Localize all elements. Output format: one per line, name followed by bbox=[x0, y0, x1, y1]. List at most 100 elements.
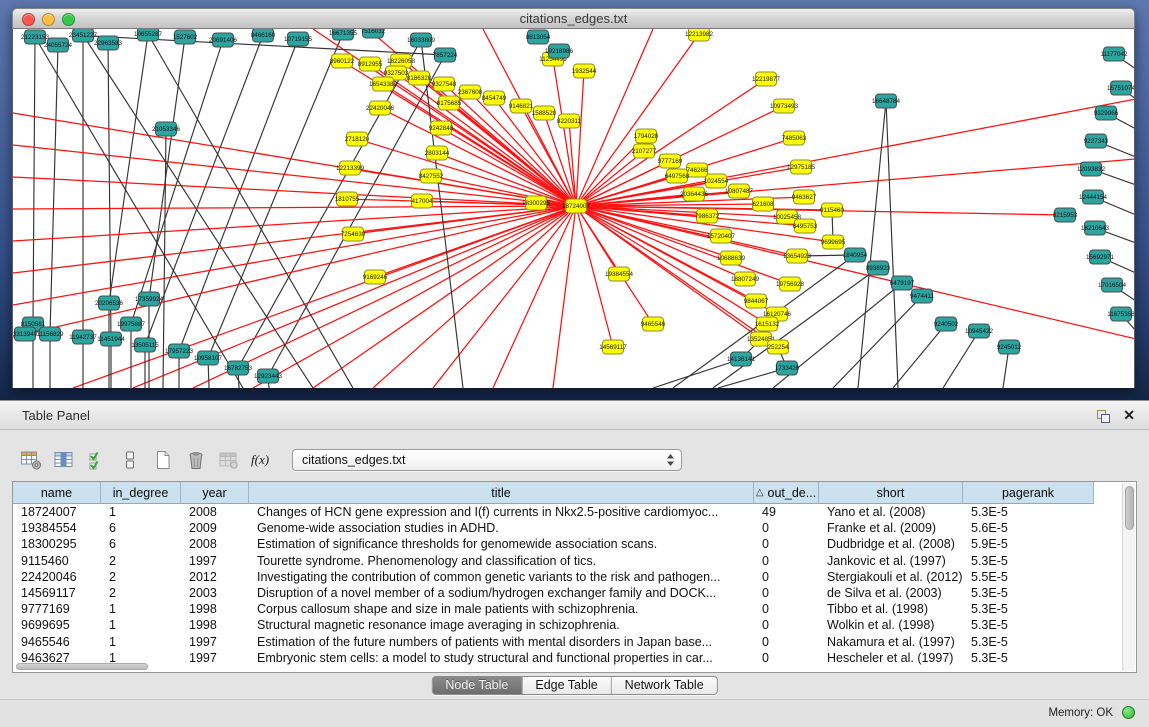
graph-node[interactable]: 9245012 bbox=[997, 340, 1022, 354]
table-cell[interactable]: 5.3E-5 bbox=[963, 504, 1094, 520]
graph-node[interactable]: 2803144 bbox=[425, 146, 450, 160]
graph-node[interactable]: 20364436 bbox=[680, 187, 709, 201]
graph-node[interactable]: 12213399 bbox=[336, 161, 365, 175]
table-cell[interactable]: 1 bbox=[101, 617, 181, 633]
graph-node[interactable]: 7857224 bbox=[433, 48, 458, 62]
table-row[interactable]: 946554611997Estimation of the future num… bbox=[13, 634, 1136, 650]
graph-node[interactable]: 7516032 bbox=[361, 29, 386, 38]
graph-node[interactable]: 1615132 bbox=[755, 317, 780, 331]
graph-edge[interactable] bbox=[433, 206, 576, 388]
graph-node[interactable]: 1840954 bbox=[843, 248, 868, 262]
row-selection-button[interactable] bbox=[84, 447, 110, 473]
table-cell[interactable]: Investigating the contribution of common… bbox=[249, 569, 754, 585]
table-cell[interactable]: 5.3E-5 bbox=[963, 601, 1094, 617]
graph-node[interactable]: 18300295 bbox=[522, 196, 551, 210]
table-cell[interactable]: Genome-wide association studies in ADHD. bbox=[249, 520, 754, 536]
graph-node[interactable]: 22420046 bbox=[366, 101, 395, 115]
show-columns-button[interactable] bbox=[51, 447, 77, 473]
graph-node[interactable]: 252254 bbox=[767, 340, 789, 354]
table-cell[interactable]: Stergiakouli et al. (2012) bbox=[819, 569, 963, 585]
graph-node[interactable]: 15692971 bbox=[1086, 250, 1115, 264]
column-header-pagerank[interactable]: pagerank bbox=[963, 482, 1094, 504]
graph-node[interactable]: 22963583 bbox=[94, 36, 123, 50]
graph-node[interactable]: 1810755 bbox=[335, 192, 360, 206]
graph-node[interactable]: 11451944 bbox=[97, 332, 125, 346]
graph-edge[interactable] bbox=[576, 206, 653, 324]
graph-node[interactable]: 1527602 bbox=[173, 30, 198, 44]
table-cell[interactable]: 5.6E-5 bbox=[963, 520, 1094, 536]
graph-node[interactable]: 10688639 bbox=[717, 251, 746, 265]
graph-node[interactable]: 6497568 bbox=[665, 169, 690, 183]
column-header-name[interactable]: name bbox=[13, 482, 101, 504]
graph-node[interactable]: 17957223 bbox=[165, 344, 194, 358]
table-cell[interactable]: 0 bbox=[754, 650, 819, 666]
graph-edge[interactable] bbox=[33, 37, 35, 324]
graph-edge[interactable] bbox=[893, 324, 946, 388]
graph-node[interactable]: 19384554 bbox=[605, 267, 634, 281]
graph-node[interactable]: 1024554 bbox=[704, 174, 729, 188]
table-cell[interactable]: 49 bbox=[754, 504, 819, 520]
column-header-in_degree[interactable]: in_degree bbox=[101, 482, 181, 504]
create-table-button[interactable] bbox=[150, 447, 176, 473]
graph-node[interactable]: 15751074 bbox=[1107, 81, 1135, 95]
graph-node[interactable]: 12213982 bbox=[685, 29, 714, 41]
graph-node[interactable]: 2367608 bbox=[458, 85, 483, 99]
table-cell[interactable]: Tibbo et al. (1998) bbox=[819, 601, 963, 617]
graph-node[interactable]: 8938923 bbox=[866, 261, 891, 275]
graph-edge[interactable] bbox=[858, 101, 886, 388]
graph-node[interactable]: 24055724 bbox=[44, 38, 73, 52]
graph-node[interactable]: 8466160 bbox=[251, 29, 276, 42]
graph-edge[interactable] bbox=[13, 206, 576, 273]
graph-edge[interactable] bbox=[553, 206, 576, 388]
graph-node[interactable]: 8175685 bbox=[437, 96, 462, 110]
table-cell[interactable]: 1997 bbox=[181, 650, 249, 666]
table-cell[interactable]: 18724007 bbox=[13, 504, 101, 520]
table-cell[interactable]: 5.3E-5 bbox=[963, 650, 1094, 666]
graph-node[interactable]: 13505115 bbox=[131, 338, 159, 352]
graph-edge[interactable] bbox=[576, 29, 653, 206]
table-cell[interactable]: 0 bbox=[754, 601, 819, 617]
graph-node[interactable]: 9242848 bbox=[429, 121, 454, 135]
graph-edge[interactable] bbox=[13, 206, 576, 209]
vertical-scrollbar[interactable] bbox=[1122, 483, 1135, 671]
column-header-year[interactable]: year bbox=[181, 482, 249, 504]
minimize-window-button[interactable] bbox=[42, 13, 55, 26]
graph-edge[interactable] bbox=[179, 39, 298, 351]
table-row[interactable]: 1456911722003Disruption of a novel membe… bbox=[13, 585, 1136, 601]
table-cell[interactable]: 0 bbox=[754, 536, 819, 552]
table-cell[interactable]: 6 bbox=[101, 536, 181, 552]
graph-edge[interactable] bbox=[253, 206, 576, 388]
table-cell[interactable]: 5.9E-5 bbox=[963, 536, 1094, 552]
graph-node[interactable]: 9169246 bbox=[363, 270, 388, 284]
table-cell[interactable]: 9465546 bbox=[13, 634, 101, 650]
graph-edge[interactable] bbox=[109, 34, 148, 303]
table-cell[interactable]: Hescheler et al. (1997) bbox=[819, 650, 963, 666]
graph-node[interactable]: 1794028 bbox=[634, 129, 659, 143]
table-cell[interactable]: Tourette syndrome. Phenomenology and cla… bbox=[249, 553, 754, 569]
graph-node[interactable]: 7485063 bbox=[782, 131, 807, 145]
graph-edge[interactable] bbox=[493, 206, 576, 388]
graph-node[interactable]: 1932544 bbox=[572, 64, 597, 78]
table-row[interactable]: 977716911998Corpus callosum shape and si… bbox=[13, 601, 1136, 617]
graph-node[interactable]: 9474411 bbox=[910, 289, 935, 303]
graph-edge[interactable] bbox=[13, 206, 576, 305]
horizontal-scrollbar-thumb[interactable] bbox=[16, 663, 148, 670]
table-cell[interactable]: 9777169 bbox=[13, 601, 101, 617]
table-cell[interactable]: 1998 bbox=[181, 601, 249, 617]
table-cell[interactable]: 14569117 bbox=[13, 585, 101, 601]
table-row[interactable]: 2242004622012Investigating the contribut… bbox=[13, 569, 1136, 585]
table-cell[interactable]: 1 bbox=[101, 601, 181, 617]
graph-node[interactable]: 8960122 bbox=[330, 54, 355, 68]
table-cell[interactable]: 22420046 bbox=[13, 569, 101, 585]
graph-node[interactable]: 9115460 bbox=[820, 203, 845, 217]
graph-node[interactable]: 8813054 bbox=[526, 30, 551, 44]
table-selector-dropdown[interactable]: citations_edges.txt bbox=[292, 449, 682, 471]
graph-node[interactable]: 18807249 bbox=[731, 272, 760, 286]
close-window-button[interactable] bbox=[22, 13, 35, 26]
table-cell[interactable]: 18300295 bbox=[13, 536, 101, 552]
graph-node[interactable]: 16033809 bbox=[407, 33, 436, 47]
graph-node[interactable]: 417004 bbox=[411, 194, 433, 208]
table-cell[interactable]: Disruption of a novel member of a sodium… bbox=[249, 585, 754, 601]
table-cell[interactable]: 0 bbox=[754, 617, 819, 633]
graph-node[interactable]: 17359924 bbox=[135, 292, 164, 306]
